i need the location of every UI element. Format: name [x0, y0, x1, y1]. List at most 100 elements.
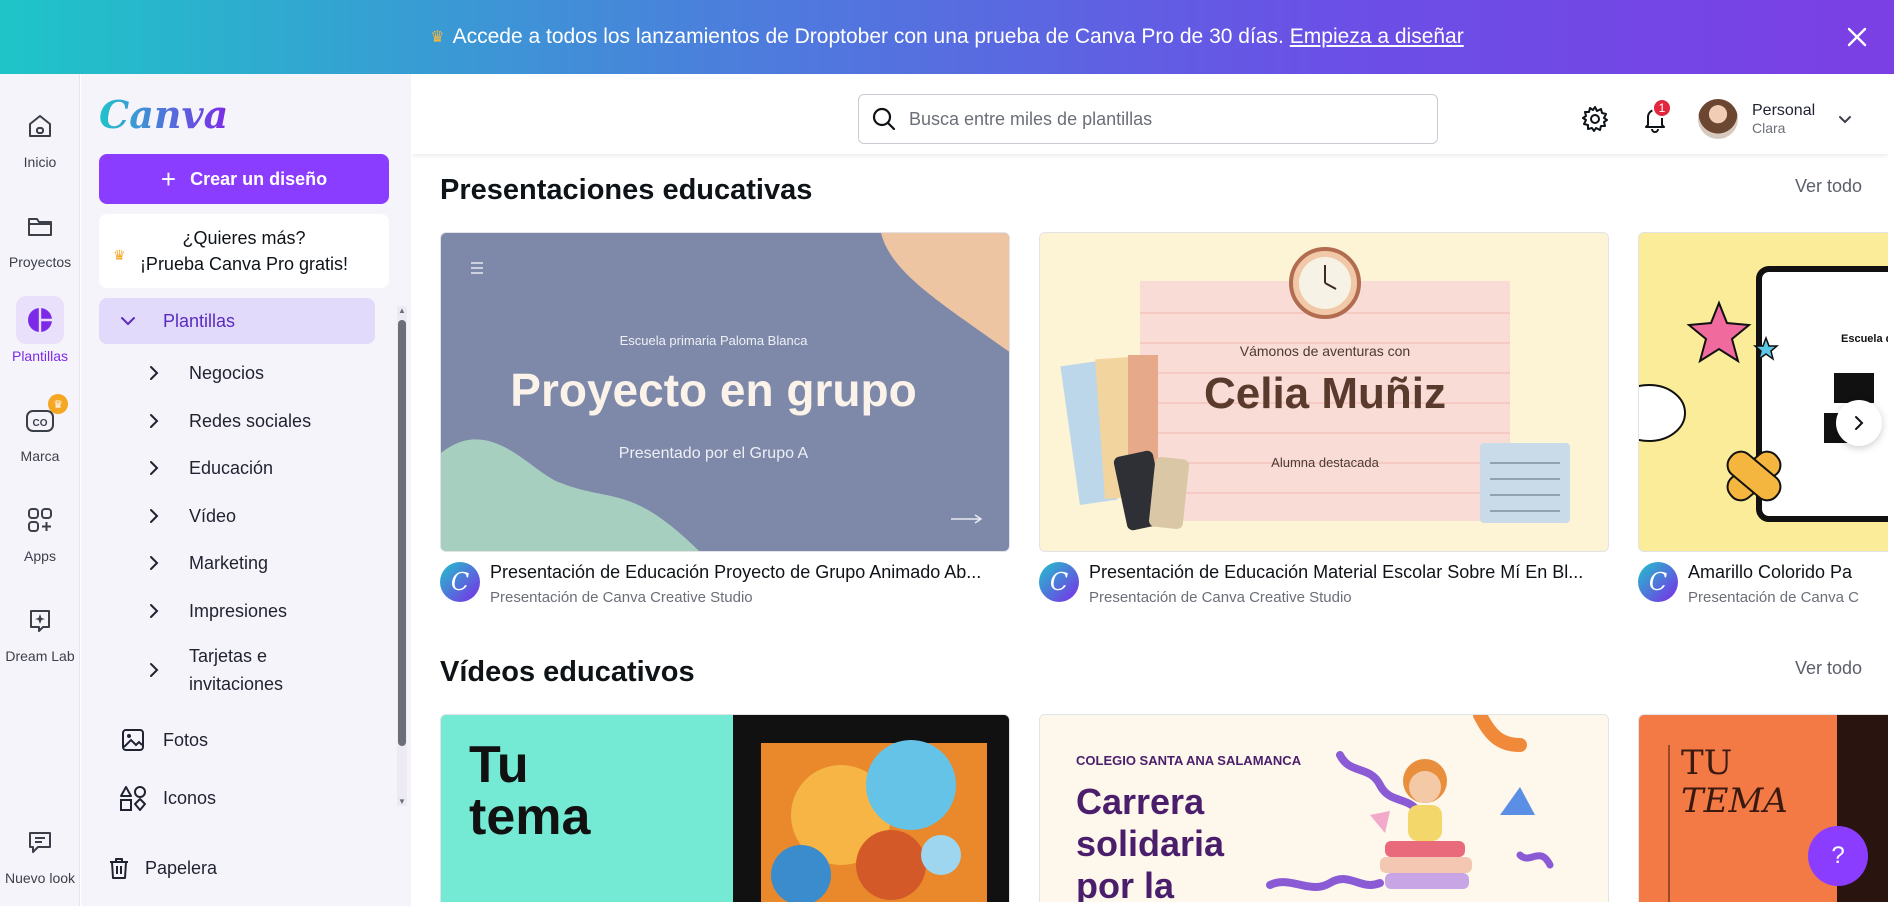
thumb-sub: Presentado por el Grupo A	[618, 445, 809, 462]
apps-icon	[16, 496, 64, 544]
templates-icon	[16, 296, 64, 344]
card-title[interactable]: Amarillo Colorido Pa	[1688, 562, 1859, 583]
rail-item-inicio[interactable]: Inicio	[0, 102, 80, 170]
notification-badge: 1	[1652, 98, 1672, 118]
template-card[interactable]: Escuela primaria Paloma Blanca Proyecto …	[440, 232, 1010, 552]
sidebar-item-negocios[interactable]: Negocios	[143, 358, 264, 388]
account-name: Personal	[1752, 102, 1816, 119]
chevron-right-icon	[143, 600, 165, 622]
thumb-line-2: TEMA	[1681, 781, 1788, 821]
account-user: Clara	[1752, 120, 1786, 136]
plus-icon: +	[160, 164, 177, 194]
card-meta: C Presentación de Educación Proyecto de …	[440, 562, 1010, 606]
scroll-down-icon[interactable]: ▼	[398, 797, 406, 806]
brand-icon: CO ♛	[16, 394, 68, 444]
rail-item-plantillas[interactable]: Plantillas	[0, 296, 80, 364]
carousel-next-button[interactable]	[1836, 400, 1882, 446]
settings-button[interactable]	[1578, 102, 1612, 136]
pro-trial-promo[interactable]: ♛ ¿Quieres más? ¡Prueba Canva Pro gratis…	[99, 214, 389, 288]
card-meta: C Presentación de Educación Material Esc…	[1039, 562, 1609, 606]
sidebar-item-label: Redes sociales	[189, 410, 312, 431]
sidebar-item-video[interactable]: Vídeo	[143, 501, 236, 531]
thumb-line-1: Carrera	[1076, 781, 1205, 822]
svg-text:CO: CO	[33, 418, 48, 429]
home-icon	[16, 102, 64, 150]
sidebar-item-plantillas[interactable]: Plantillas	[99, 298, 375, 344]
sidebar-item-label: Fotos	[163, 729, 209, 750]
notifications-button[interactable]: 1	[1638, 98, 1672, 136]
see-all-link[interactable]: Ver todo	[1795, 658, 1862, 679]
sidebar: Canva + Crear un diseño ♛ ¿Quieres más? …	[81, 74, 411, 906]
folder-icon	[16, 202, 64, 250]
rail-item-marca[interactable]: CO ♛ Marca	[0, 394, 80, 464]
sidebar-item-label: Plantillas	[163, 310, 236, 331]
thumb-school: COLEGIO SANTA ANA SALAMANCA	[1076, 753, 1302, 768]
banner-link[interactable]: Empieza a diseñar	[1290, 25, 1464, 49]
thumb-sub: Alumna destacada	[1271, 455, 1379, 470]
create-design-label: Crear un diseño	[190, 168, 328, 189]
rail-label: Apps	[24, 548, 56, 564]
sidebar-item-redes-sociales[interactable]: Redes sociales	[143, 406, 311, 436]
thumb-line-2: solidaria	[1076, 823, 1225, 864]
rail-item-proyectos[interactable]: Proyectos	[0, 202, 80, 270]
rail-item-nuevo-look[interactable]: Nuevo look	[0, 818, 80, 886]
sidebar-item-label: Tarjetas e invitaciones	[189, 646, 284, 694]
card-subtitle: Presentación de Canva Creative Studio	[490, 589, 753, 606]
trash-icon	[105, 854, 133, 882]
sidebar-item-label: Vídeo	[189, 505, 237, 526]
main-content: 1 Personal Clara Presentaciones educativ…	[412, 84, 1888, 902]
left-rail: Inicio Proyectos Plantillas CO ♛ Marca A…	[0, 74, 80, 906]
template-thumbnail	[1639, 266, 1888, 522]
close-icon[interactable]	[1842, 22, 1872, 52]
card-title[interactable]: Presentación de Educación Material Escol…	[1089, 562, 1583, 583]
template-card[interactable]: Vámonos de aventuras con Celia Muñiz Alu…	[1039, 232, 1609, 552]
thumb-heading: Celia Muñiz	[1203, 369, 1447, 418]
sidebar-item-tarjetas[interactable]: Tarjetas e invitaciones	[143, 640, 343, 700]
canva-creator-icon: C	[1638, 562, 1678, 602]
sidebar-scrollbar[interactable]: ▲ ▼	[397, 306, 407, 806]
sidebar-item-label: Negocios	[189, 362, 265, 383]
scroll-up-icon[interactable]: ▲	[398, 306, 406, 315]
rail-item-dream-lab[interactable]: Dream Lab	[0, 596, 80, 664]
sidebar-item-papelera[interactable]: Papelera	[105, 852, 217, 884]
see-all-link[interactable]: Ver todo	[1795, 176, 1862, 197]
rail-label: Proyectos	[8, 254, 72, 270]
thumb-heading: Proyecto en grupo	[510, 364, 917, 416]
sidebar-item-label: Marketing	[189, 552, 269, 573]
sidebar-item-educacion[interactable]: Educación	[143, 453, 273, 483]
sidebar-item-label: Papelera	[145, 857, 218, 878]
chevron-right-icon	[143, 362, 165, 384]
card-meta: C Amarillo Colorido Pa Presentación de C…	[1638, 562, 1888, 606]
sidebar-item-impresiones[interactable]: Impresiones	[143, 596, 287, 626]
account-menu[interactable]: Personal Clara	[1698, 96, 1858, 142]
promo-banner: ♛ Accede a todos los lanzamientos de Dro…	[0, 0, 1894, 74]
promo-line-2: ¡Prueba Canva Pro gratis!	[139, 254, 349, 274]
rail-label: Marca	[20, 448, 60, 464]
search-box[interactable]	[858, 94, 1438, 144]
scrollbar-thumb[interactable]	[398, 320, 406, 746]
rail-label: Inicio	[23, 154, 57, 170]
template-card[interactable]: Tu tema	[440, 714, 1010, 902]
sidebar-item-marketing[interactable]: Marketing	[143, 548, 268, 578]
chevron-right-icon	[143, 457, 165, 479]
template-card[interactable]: Escuela d	[1638, 232, 1888, 552]
thumb-line-3: por la	[1076, 865, 1175, 902]
rail-label: Dream Lab	[5, 648, 75, 664]
sidebar-item-label: Educación	[189, 457, 274, 478]
help-button[interactable]: ?	[1808, 826, 1868, 886]
search-input[interactable]	[909, 108, 1409, 130]
create-design-button[interactable]: + Crear un diseño	[99, 154, 389, 204]
card-subtitle: Presentación de Canva C	[1688, 589, 1859, 606]
thumb-kicker: Vámonos de aventuras con	[1239, 343, 1411, 359]
rail-item-apps[interactable]: Apps	[0, 496, 80, 564]
banner-text: Accede a todos los lanzamientos de Dropt…	[452, 25, 1284, 48]
thumb-line-2: tema	[469, 788, 591, 846]
chevron-right-icon	[143, 410, 165, 432]
sidebar-item-label: Iconos	[163, 787, 217, 808]
canva-logo[interactable]: Canva	[99, 92, 228, 137]
chevron-right-icon	[1855, 416, 1864, 430]
sidebar-item-fotos[interactable]: Fotos	[119, 724, 208, 756]
sidebar-item-iconos[interactable]: Iconos	[119, 782, 216, 814]
card-title[interactable]: Presentación de Educación Proyecto de Gr…	[490, 562, 981, 583]
template-card[interactable]: COLEGIO SANTA ANA SALAMANCA Carrera soli…	[1039, 714, 1609, 902]
